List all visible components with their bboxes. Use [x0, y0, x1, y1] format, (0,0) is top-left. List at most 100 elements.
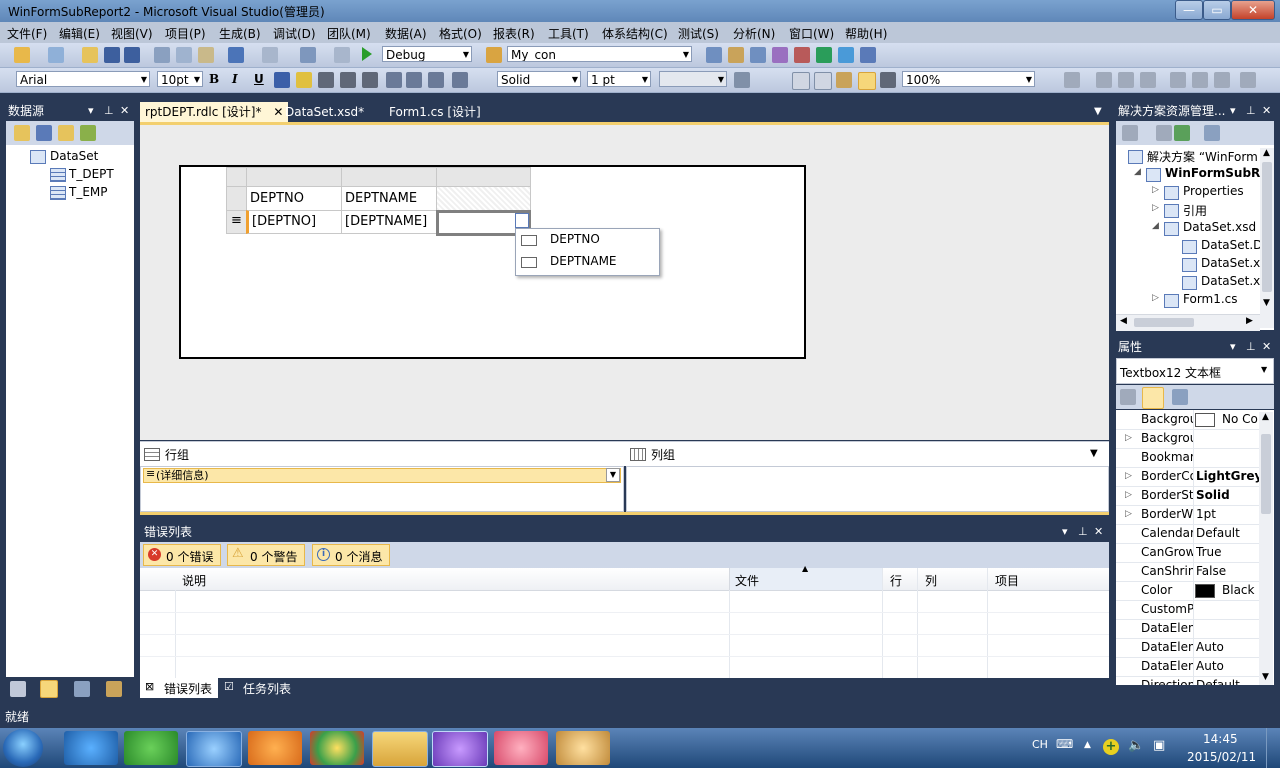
detail-group-dropdown[interactable]: ▼	[606, 468, 620, 482]
underline-button[interactable]: U	[254, 72, 264, 86]
visual-studio-icon[interactable]	[432, 731, 488, 767]
italic-button[interactable]: I	[232, 72, 238, 86]
new-project-icon[interactable]	[14, 47, 30, 63]
redo-icon[interactable]	[262, 47, 278, 63]
tray-expand-icon[interactable]: ▲	[1084, 740, 1091, 750]
solution-explorer-icon[interactable]	[706, 47, 722, 63]
datasource-table-emp[interactable]: T_EMP	[69, 185, 108, 199]
network-icon[interactable]: ▣	[1153, 738, 1165, 753]
tree-expander-icon[interactable]: ▷	[1152, 203, 1159, 213]
pin-icon[interactable]: ⊥	[1246, 337, 1256, 357]
property-pages-icon[interactable]	[1172, 389, 1188, 405]
pane-close-icon[interactable]: ✕	[1094, 522, 1103, 542]
solution-item-3[interactable]: 引用	[1183, 202, 1207, 219]
property-value[interactable]: LightGrey	[1196, 467, 1259, 486]
border-width-select[interactable]: 1 pt ▼	[587, 71, 651, 87]
save-all-icon[interactable]	[124, 47, 140, 63]
property-row[interactable]: CanShrin False	[1116, 562, 1259, 582]
property-object-select[interactable]: Textbox12 文本框 ▼	[1116, 358, 1274, 384]
server-explorer-tab-icon[interactable]	[74, 681, 90, 697]
property-value[interactable]: False	[1196, 562, 1259, 581]
page-icon[interactable]	[792, 72, 810, 90]
solution-item-0[interactable]: 解决方案 “WinForm	[1147, 148, 1258, 165]
property-expander-icon[interactable]: ▷	[1125, 505, 1132, 524]
column-file[interactable]: 文件	[735, 572, 759, 589]
solution-item-8[interactable]: Form1.cs	[1183, 292, 1238, 306]
errors-filter-button[interactable]: ✕ 0 个错误	[143, 544, 221, 566]
property-row[interactable]: Calendar Default	[1116, 524, 1259, 544]
datasource-root[interactable]: DataSet	[50, 149, 98, 163]
maximize-button[interactable]: ▭	[1203, 0, 1231, 20]
solution-item-6[interactable]: DataSet.x	[1201, 256, 1260, 270]
start-button[interactable]	[3, 729, 43, 767]
view-class-diagram-icon[interactable]	[1204, 125, 1220, 141]
solution-item-4[interactable]: DataSet.xsd	[1183, 220, 1256, 234]
alphabetical-icon[interactable]	[1142, 387, 1164, 409]
solution-item-1[interactable]: WinFormSubRe	[1165, 166, 1268, 180]
highlight-icon[interactable]	[296, 72, 312, 88]
menu-item-0[interactable]: 文件(F)	[7, 25, 47, 42]
refresh-datasource-icon[interactable]	[80, 125, 96, 141]
toolbox-tab-icon[interactable]	[10, 681, 26, 697]
header-cell-deptno[interactable]: DEPTNO	[246, 186, 342, 211]
pane-close-icon[interactable]: ✕	[1262, 101, 1271, 121]
property-value[interactable]: 1pt	[1196, 505, 1259, 524]
detail-group[interactable]: ≡ (详细信息) ▼	[143, 467, 621, 483]
property-row[interactable]: ▷ Backgrou	[1116, 429, 1259, 449]
detail-row-handle[interactable]: ≡	[226, 210, 247, 234]
grouping-icon[interactable]	[858, 72, 876, 90]
field-picker-icon[interactable]	[515, 213, 529, 228]
column-column[interactable]: 列	[925, 572, 937, 589]
find-icon[interactable]	[486, 47, 502, 63]
edit-dataset-icon[interactable]	[58, 125, 74, 141]
menu-item-8[interactable]: 格式(O)	[439, 25, 482, 42]
paint-icon[interactable]	[556, 731, 610, 765]
pane-menu-icon[interactable]: ▾	[1230, 101, 1236, 121]
parrot-app-icon[interactable]	[124, 731, 178, 765]
add-item-icon[interactable]	[48, 47, 64, 63]
layout-icon-3[interactable]	[1118, 72, 1134, 88]
messages-filter-button[interactable]: i 0 个消息	[312, 544, 390, 566]
property-value[interactable]: Solid	[1196, 486, 1259, 505]
tree-expander-icon[interactable]: ▷	[1152, 185, 1159, 195]
input-language-indicator[interactable]: CH	[1032, 738, 1048, 751]
property-row[interactable]: CustomP	[1116, 600, 1259, 620]
tools-icon[interactable]	[794, 47, 810, 63]
line-spacing-icon[interactable]	[452, 72, 468, 88]
show-all-files-icon[interactable]	[1156, 125, 1172, 141]
tab-rptdept[interactable]: rptDEPT.rdlc [设计]* ✕	[140, 102, 289, 122]
tab-overflow-icon[interactable]: ▼	[1094, 106, 1102, 117]
column-handle[interactable]	[436, 167, 531, 187]
scroll-right-icon[interactable]: ▶	[1246, 316, 1253, 326]
tray-app-icon[interactable]: +	[1103, 739, 1119, 755]
layout-icon-1[interactable]	[1064, 72, 1080, 88]
layout-icon-6[interactable]	[1192, 72, 1208, 88]
export-icon[interactable]	[816, 47, 832, 63]
scroll-up-icon[interactable]: ▲	[1262, 412, 1269, 422]
detail-cell-deptno[interactable]: [DEPTNO]	[246, 210, 342, 234]
object-browser-icon[interactable]	[750, 47, 766, 63]
report-data-tab-icon[interactable]	[106, 681, 122, 697]
scroll-up-icon[interactable]: ▲	[1263, 148, 1270, 158]
font-color-icon[interactable]	[274, 72, 290, 88]
menu-item-4[interactable]: 生成(B)	[219, 25, 261, 42]
scroll-down-icon[interactable]: ▼	[1262, 672, 1269, 682]
property-value[interactable]: True	[1196, 543, 1259, 562]
volume-icon[interactable]: 🔈	[1128, 738, 1144, 753]
menu-item-15[interactable]: 帮助(H)	[845, 25, 887, 42]
scroll-thumb[interactable]	[1262, 162, 1272, 292]
header-cell-deptname[interactable]: DEPTNAME	[341, 186, 437, 211]
scroll-thumb[interactable]	[1134, 318, 1194, 327]
property-row[interactable]: DataElen	[1116, 619, 1259, 639]
scroll-left-icon[interactable]: ◀	[1120, 316, 1127, 326]
property-value[interactable]: Auto	[1196, 657, 1259, 676]
layout-icon-5[interactable]	[1170, 72, 1186, 88]
clock-time[interactable]: 14:45	[1203, 732, 1238, 746]
property-row[interactable]: DataElen Auto	[1116, 638, 1259, 658]
menu-item-3[interactable]: 项目(P)	[165, 25, 206, 42]
pane-menu-icon[interactable]: ▾	[1062, 522, 1068, 542]
property-expander-icon[interactable]: ▷	[1125, 467, 1132, 486]
indent-icon[interactable]	[428, 72, 444, 88]
pane-close-icon[interactable]: ✕	[1262, 337, 1271, 357]
property-row[interactable]: ▷ BorderW 1pt	[1116, 505, 1259, 525]
